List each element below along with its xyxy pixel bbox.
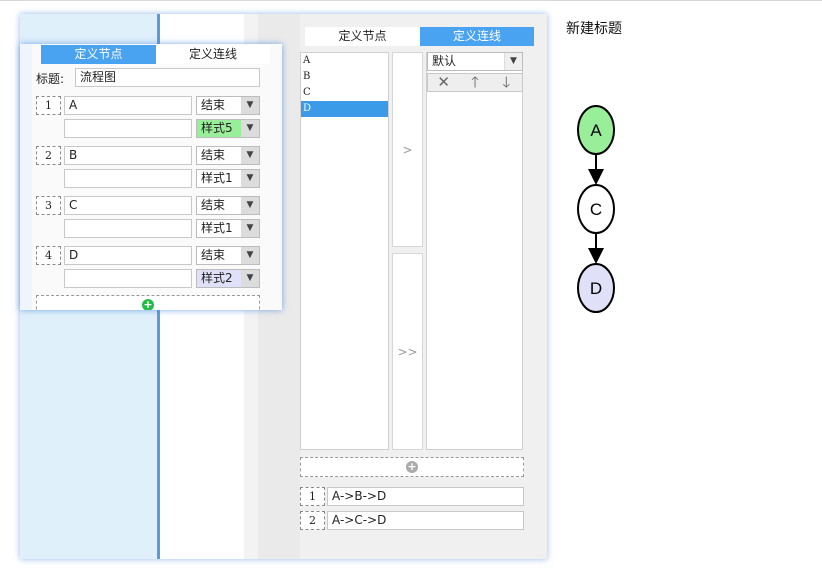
chevron-down-icon: ▼ xyxy=(241,97,259,114)
chevron-down-icon: ▼ xyxy=(504,53,522,70)
back-tab-bar: 定义节点 定义连线 xyxy=(305,27,534,46)
title-input[interactable]: 流程图 xyxy=(75,68,260,87)
node-name-input[interactable]: C xyxy=(64,196,192,215)
graph-node: D xyxy=(577,263,615,313)
chevron-down-icon: ▼ xyxy=(241,220,259,237)
chevron-down-icon: ▼ xyxy=(241,170,259,187)
graph-node: C xyxy=(577,184,615,234)
node-style-select[interactable]: 样式5 ▼ xyxy=(196,119,260,138)
plus-circle-icon: + xyxy=(142,298,154,310)
list-item[interactable]: B xyxy=(301,69,388,85)
tab-define-nodes[interactable]: 定义节点 xyxy=(305,27,420,46)
node-type-select[interactable]: 结束 ▼ xyxy=(196,146,260,165)
tab-define-edges[interactable]: 定义连线 xyxy=(156,45,270,64)
chevron-down-icon: ▼ xyxy=(241,120,259,137)
plus-circle-icon: + xyxy=(406,460,418,473)
node-index: 1 xyxy=(36,96,61,115)
node-type-select[interactable]: 结束 ▼ xyxy=(196,96,260,115)
node-type-select[interactable]: 结束 ▼ xyxy=(196,196,260,215)
add-path-button[interactable]: + xyxy=(300,457,524,477)
chevron-down-icon: ▼ xyxy=(241,147,259,164)
node-name-input[interactable]: D xyxy=(64,246,192,265)
chevron-down-icon: ▼ xyxy=(241,247,259,264)
node-index: 3 xyxy=(36,196,61,215)
node-list[interactable]: ABCD xyxy=(300,52,389,450)
move-all-button[interactable]: >> xyxy=(392,253,423,450)
preview-title: 新建标题 xyxy=(566,21,622,37)
top-divider xyxy=(0,0,822,2)
tab-define-edges[interactable]: 定义连线 xyxy=(420,27,534,46)
move-one-button[interactable]: > xyxy=(392,52,423,247)
chevron-down-icon: ▼ xyxy=(241,197,259,214)
graph-node-label: A xyxy=(590,121,602,140)
delete-icon[interactable]: ✕ xyxy=(428,74,459,91)
path-index: 1 xyxy=(300,487,325,506)
node-style-select[interactable]: 样式1 ▼ xyxy=(196,169,260,188)
node-style-select[interactable]: 样式1 ▼ xyxy=(196,219,260,238)
node-index: 4 xyxy=(36,246,61,265)
node-index: 2 xyxy=(36,146,61,165)
list-item[interactable]: A xyxy=(301,53,388,69)
node-desc-input[interactable] xyxy=(64,269,192,288)
edge-node-list[interactable] xyxy=(426,52,523,450)
node-desc-input[interactable] xyxy=(64,119,192,138)
tab-define-nodes[interactable]: 定义节点 xyxy=(41,45,156,64)
node-desc-input[interactable] xyxy=(64,219,192,238)
front-tab-bar: 定义节点 定义连线 xyxy=(41,45,270,64)
add-node-button[interactable]: + xyxy=(36,295,260,310)
graph-node-label: C xyxy=(590,200,602,219)
flow-graph: A C D xyxy=(577,105,615,313)
node-name-input[interactable]: A xyxy=(64,96,192,115)
path-input[interactable]: A->C->D xyxy=(327,511,524,530)
arrow-down-icon[interactable]: 🡓 xyxy=(491,74,522,91)
path-input[interactable]: A->B->D xyxy=(327,487,524,506)
node-name-input[interactable]: B xyxy=(64,146,192,165)
graph-node-label: D xyxy=(590,279,602,298)
chevron-down-icon: ▼ xyxy=(241,270,259,287)
node-type-select[interactable]: 结束 ▼ xyxy=(196,246,260,265)
node-style-select[interactable]: 样式2 ▼ xyxy=(196,269,260,288)
node-definition-panel: 定义节点 定义连线 标题: 流程图 1 A 结束 ▼ 样式5 ▼ 2 B 结束 ▼ 样式1 ▼ 3 C 结束… xyxy=(20,44,282,310)
style-select[interactable]: 默认 ▼ xyxy=(427,52,523,71)
path-index: 2 xyxy=(300,511,325,530)
edge-toolbar: ✕ 🡑 🡓 xyxy=(427,73,523,92)
graph-node: A xyxy=(577,105,615,155)
list-item[interactable]: C xyxy=(301,85,388,101)
list-item[interactable]: D xyxy=(301,101,388,117)
title-label: 标题: xyxy=(36,72,65,86)
node-desc-input[interactable] xyxy=(64,169,192,188)
arrow-up-icon[interactable]: 🡑 xyxy=(459,74,490,91)
